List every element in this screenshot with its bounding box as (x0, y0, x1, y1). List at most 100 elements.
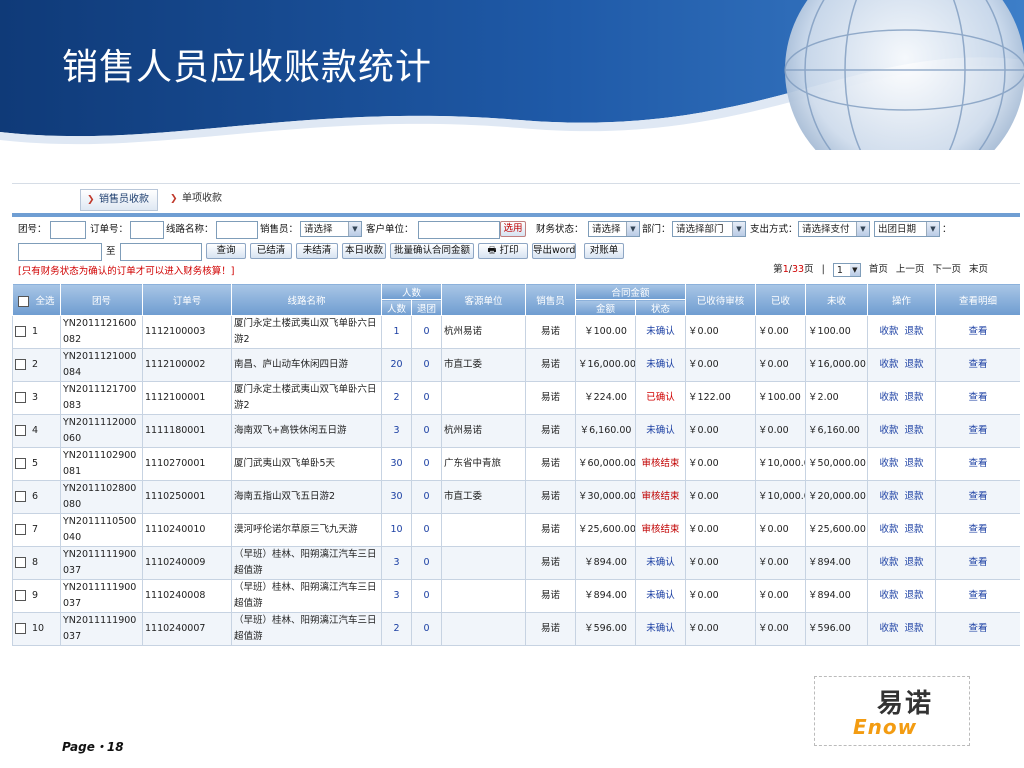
tab-sales-collection[interactable]: ❯ 销售员收款 (80, 189, 158, 211)
print-button[interactable]: 🖶 打印 (478, 243, 528, 259)
detail-link[interactable]: 查看 (969, 458, 988, 469)
detail-link[interactable]: 查看 (969, 359, 988, 370)
collect-link[interactable]: 收款 (880, 392, 899, 403)
refund-link[interactable]: 退款 (905, 491, 924, 502)
group-no-input[interactable] (50, 221, 86, 239)
people-count-cell: 30 (381, 447, 412, 481)
row-select-cell[interactable]: 10 (12, 612, 61, 646)
checkbox-icon[interactable] (15, 524, 26, 535)
people-return-cell: 0 (410, 414, 443, 448)
dept-select[interactable]: 请选择部门 ▼ (672, 221, 746, 237)
refund-link[interactable]: 退款 (905, 392, 924, 403)
date-to-input[interactable] (120, 243, 202, 261)
status-cell[interactable]: 未确认 (635, 612, 687, 646)
checkbox-icon[interactable] (15, 425, 26, 436)
prev-page-link[interactable]: 上一页 (896, 264, 925, 275)
collect-link[interactable]: 收款 (880, 524, 899, 535)
checkbox-icon[interactable] (15, 557, 26, 568)
refund-link[interactable]: 退款 (905, 590, 924, 601)
first-page-link[interactable]: 首页 (869, 264, 888, 275)
refund-link[interactable]: 退款 (905, 524, 924, 535)
pick-customer-button[interactable]: 选用 (500, 221, 526, 237)
row-select-cell[interactable]: 6 (12, 480, 61, 514)
batch-confirm-button[interactable]: 批量确认合同金额 (390, 243, 474, 259)
status-cell[interactable]: 已确认 (635, 381, 687, 415)
status-cell[interactable]: 未确认 (635, 348, 687, 382)
row-select-cell[interactable]: 3 (12, 381, 61, 415)
sales-select[interactable]: 请选择 ▼ (300, 221, 362, 237)
query-button[interactable]: 查询 (206, 243, 246, 259)
detail-link[interactable]: 查看 (969, 623, 988, 634)
amount-header: 金额 (575, 299, 637, 316)
sales-header: 销售员 (525, 283, 577, 316)
date-type-select[interactable]: 出团日期 ▼ (874, 221, 940, 237)
refund-link[interactable]: 退款 (905, 326, 924, 337)
people-return-cell: 0 (410, 612, 443, 646)
detail-link[interactable]: 查看 (969, 590, 988, 601)
settled-button[interactable]: 已结清 (250, 243, 292, 259)
checkbox-icon[interactable] (15, 491, 26, 502)
status-cell[interactable]: 审核结束 (635, 447, 687, 481)
checkbox-icon[interactable] (15, 392, 26, 403)
detail-link[interactable]: 查看 (969, 425, 988, 436)
row-select-cell[interactable]: 8 (12, 546, 61, 580)
detail-link[interactable]: 查看 (969, 392, 988, 403)
last-page-link[interactable]: 末页 (969, 264, 988, 275)
detail-link[interactable]: 查看 (969, 491, 988, 502)
date-from-input[interactable] (18, 243, 102, 261)
detail-link[interactable]: 查看 (969, 524, 988, 535)
row-select-cell[interactable]: 1 (12, 315, 61, 349)
status-cell[interactable]: 审核结束 (635, 480, 687, 514)
select-all-header[interactable]: 全选 (12, 283, 61, 316)
unsettled-button[interactable]: 未结清 (296, 243, 338, 259)
logo-en-text: Enow (853, 715, 918, 739)
status-cell[interactable]: 未确认 (635, 579, 687, 613)
refund-link[interactable]: 退款 (905, 359, 924, 370)
collect-link[interactable]: 收款 (880, 326, 899, 337)
refund-link[interactable]: 退款 (905, 425, 924, 436)
row-select-cell[interactable]: 5 (12, 447, 61, 481)
collect-link[interactable]: 收款 (880, 491, 899, 502)
action-cell: 收款 退款 (867, 414, 937, 448)
tab-label: 销售员收款 (99, 194, 149, 205)
row-select-cell[interactable]: 9 (12, 579, 61, 613)
finance-status-select[interactable]: 请选择 ▼ (588, 221, 640, 237)
page-select[interactable]: 1 ▼ (832, 262, 861, 277)
checkbox-icon[interactable] (15, 590, 26, 601)
receivables-app: ❯ 销售员收款 ❯ 单项收款 团号： 订单号： 线路名称： 销售员： 请选择 ▼ … (12, 183, 1020, 658)
customer-input[interactable] (418, 221, 500, 239)
collect-link[interactable]: 收款 (880, 623, 899, 634)
refund-link[interactable]: 退款 (905, 557, 924, 568)
collect-link[interactable]: 收款 (880, 557, 899, 568)
detail-link[interactable]: 查看 (969, 326, 988, 337)
row-select-cell[interactable]: 4 (12, 414, 61, 448)
detail-link[interactable]: 查看 (969, 557, 988, 568)
collect-link[interactable]: 收款 (880, 359, 899, 370)
collect-link[interactable]: 收款 (880, 590, 899, 601)
next-page-link[interactable]: 下一页 (932, 264, 961, 275)
order-no-input[interactable] (130, 221, 164, 239)
unreceived-cell: ￥2.00 (805, 381, 869, 415)
amount-cell: ￥16,000.00 (575, 348, 637, 382)
pay-method-select[interactable]: 请选择支付 ▼ (798, 221, 870, 237)
status-cell[interactable]: 未确认 (635, 414, 687, 448)
refund-link[interactable]: 退款 (905, 458, 924, 469)
status-cell[interactable]: 审核结束 (635, 513, 687, 547)
tab-single-collection[interactable]: ❯ 单项收款 (164, 189, 230, 209)
collect-link[interactable]: 收款 (880, 458, 899, 469)
status-cell[interactable]: 未确认 (635, 315, 687, 349)
people-return-cell: 0 (410, 447, 443, 481)
checkbox-icon[interactable] (15, 359, 26, 370)
checkbox-icon[interactable] (15, 326, 26, 337)
today-collection-button[interactable]: 本日收款 (342, 243, 386, 259)
row-select-cell[interactable]: 2 (12, 348, 61, 382)
collect-link[interactable]: 收款 (880, 425, 899, 436)
reconcile-button[interactable]: 对账单 (584, 243, 624, 259)
status-cell[interactable]: 未确认 (635, 546, 687, 580)
checkbox-icon[interactable] (15, 458, 26, 469)
row-select-cell[interactable]: 7 (12, 513, 61, 547)
route-input[interactable] (216, 221, 258, 239)
checkbox-icon[interactable] (15, 623, 26, 634)
refund-link[interactable]: 退款 (905, 623, 924, 634)
export-word-button[interactable]: 导出word (532, 243, 576, 259)
